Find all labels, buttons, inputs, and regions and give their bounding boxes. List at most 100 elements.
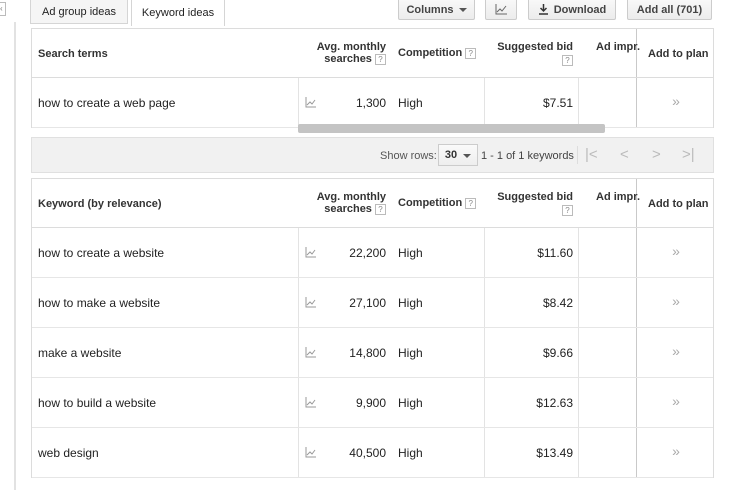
competition-cell: High: [398, 246, 423, 260]
help-icon[interactable]: ?: [465, 197, 477, 209]
keyword-ideas-table: Keyword (by relevance) Avg. monthly sear…: [31, 178, 714, 478]
header-volume-line1: Avg. monthly: [316, 41, 386, 53]
collapse-handle[interactable]: ‹: [0, 2, 6, 16]
header-avg-monthly-searches[interactable]: Avg. monthly searches ?: [316, 191, 386, 215]
volume-cell: 27,100: [349, 296, 386, 310]
last-page-icon[interactable]: >|: [682, 146, 695, 163]
column-divider: [578, 78, 579, 127]
panel-border: [14, 22, 16, 490]
header-suggested-bid[interactable]: Suggested bid ?: [486, 191, 573, 217]
table-row: how to create a web page 1,300 High $7.5…: [32, 78, 713, 128]
header-avg-monthly-searches[interactable]: Avg. monthly searches ?: [316, 41, 386, 65]
add-to-plan-button[interactable]: »: [637, 443, 715, 459]
keyword-cell: how to make a website: [38, 296, 161, 310]
column-divider: [578, 378, 579, 427]
column-divider: [484, 278, 485, 327]
table-row: web design 40,500 High $13.49 »: [32, 428, 713, 478]
column-divider: [578, 328, 579, 377]
keyword-cell: web design: [38, 446, 99, 460]
divider: [577, 146, 578, 164]
bid-cell: $7.51: [542, 96, 573, 110]
volume-cell: 40,500: [349, 446, 386, 460]
add-to-plan-button[interactable]: »: [637, 243, 715, 259]
header-ad-impr[interactable]: Ad impr.: [596, 191, 640, 203]
column-divider: [578, 228, 579, 277]
column-divider: [298, 428, 299, 477]
trend-chart-icon[interactable]: [305, 347, 317, 358]
header-suggested-bid[interactable]: Suggested bid ?: [486, 41, 573, 67]
header-competition[interactable]: Competition ?: [398, 197, 477, 209]
column-divider: [298, 328, 299, 377]
chevron-down-icon: [463, 153, 472, 158]
help-icon[interactable]: ?: [375, 203, 386, 215]
add-to-plan-button[interactable]: »: [637, 343, 715, 359]
table-header: Search terms Avg. monthly searches ? Com…: [32, 28, 713, 78]
pagination-bar: Show rows: 30 1 - 1 of 1 keywords |< < >…: [31, 137, 714, 173]
competition-cell: High: [398, 396, 423, 410]
column-divider: [578, 278, 579, 327]
table-row: how to create a website 22,200 High $11.…: [32, 228, 713, 278]
first-page-icon[interactable]: |<: [585, 146, 598, 163]
header-ad-impr[interactable]: Ad impr.: [596, 41, 640, 53]
chart-toggle-button[interactable]: [485, 0, 517, 20]
download-button[interactable]: Download: [528, 0, 616, 20]
rows-per-page-select[interactable]: 30: [438, 144, 478, 166]
tab-ad-group-ideas[interactable]: Ad group ideas: [30, 0, 128, 24]
volume-cell: 14,800: [349, 346, 386, 360]
help-icon[interactable]: ?: [562, 204, 573, 216]
trend-chart-icon[interactable]: [305, 297, 317, 308]
trend-chart-icon[interactable]: [305, 447, 317, 458]
rows-value: 30: [444, 149, 458, 161]
header-search-terms[interactable]: Search terms: [38, 48, 108, 60]
column-divider: [484, 378, 485, 427]
volume-cell: 1,300: [355, 96, 386, 110]
next-page-icon[interactable]: >: [652, 146, 661, 163]
chevron-down-icon: [458, 8, 467, 12]
column-divider: [484, 78, 485, 127]
header-add-to-plan: Add to plan: [648, 48, 709, 60]
download-icon: [538, 4, 548, 15]
add-to-plan-button[interactable]: »: [637, 293, 715, 309]
header-competition-label: Competition: [398, 47, 463, 59]
header-competition[interactable]: Competition ?: [398, 47, 477, 59]
column-divider: [298, 78, 299, 127]
download-label: Download: [553, 3, 607, 16]
add-all-label: Add all (701): [636, 3, 703, 16]
prev-page-icon[interactable]: <: [620, 146, 629, 163]
tab-label: Keyword ideas: [141, 7, 215, 19]
bid-cell: $13.49: [536, 446, 573, 460]
trend-chart-icon[interactable]: [305, 247, 317, 258]
table-row: how to build a website 9,900 High $12.63…: [32, 378, 713, 428]
header-volume-line2: searches: [324, 203, 372, 215]
columns-button[interactable]: Columns: [398, 0, 475, 20]
column-divider: [298, 378, 299, 427]
line-chart-icon: [495, 4, 507, 15]
add-to-plan-button[interactable]: »: [637, 393, 715, 409]
header-volume-line2: searches: [324, 53, 372, 65]
header-competition-label: Competition: [398, 197, 463, 209]
help-icon[interactable]: ?: [465, 47, 477, 59]
column-divider: [636, 179, 637, 227]
header-add-to-plan: Add to plan: [648, 198, 709, 210]
competition-cell: High: [398, 96, 423, 110]
table-header: Keyword (by relevance) Avg. monthly sear…: [32, 178, 713, 228]
volume-cell: 9,900: [355, 396, 386, 410]
help-icon[interactable]: ?: [375, 53, 386, 65]
help-icon[interactable]: ?: [562, 54, 573, 66]
header-keyword-relevance[interactable]: Keyword (by relevance): [38, 198, 162, 210]
column-divider: [578, 428, 579, 477]
column-divider: [484, 428, 485, 477]
competition-cell: High: [398, 296, 423, 310]
table-row: make a website 14,800 High $9.66 »: [32, 328, 713, 378]
add-all-button[interactable]: Add all (701): [627, 0, 712, 20]
tab-keyword-ideas[interactable]: Keyword ideas: [131, 0, 225, 26]
column-divider: [484, 228, 485, 277]
column-divider: [298, 278, 299, 327]
horizontal-scrollbar[interactable]: [298, 124, 605, 133]
bid-cell: $12.63: [536, 396, 573, 410]
keyword-rows: how to create a website 22,200 High $11.…: [32, 228, 713, 478]
bid-cell: $8.42: [542, 296, 573, 310]
add-to-plan-button[interactable]: »: [637, 93, 715, 109]
trend-chart-icon[interactable]: [305, 397, 317, 408]
trend-chart-icon[interactable]: [305, 97, 317, 108]
